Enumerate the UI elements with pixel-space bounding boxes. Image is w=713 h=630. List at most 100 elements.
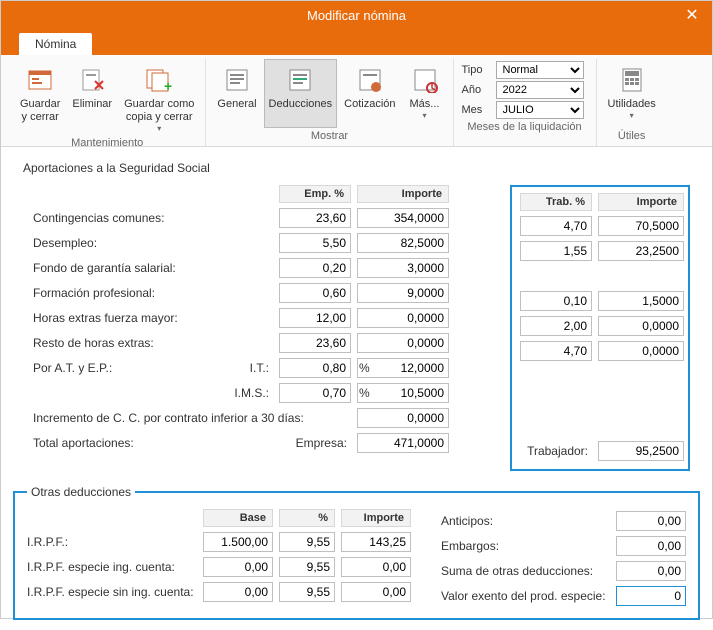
deducciones-label: Deducciones	[269, 98, 333, 111]
general-button[interactable]: General	[212, 59, 261, 128]
lbl-at: Por A.T. y E.P.:	[23, 361, 213, 375]
resto-emp-pct[interactable]	[279, 333, 351, 353]
tipo-label: Tipo	[462, 64, 490, 76]
ribbon-group-liquidacion: Tipo Normal Año 2022 Mes JULIO Meses de …	[454, 59, 597, 146]
incremento-importe[interactable]	[357, 408, 449, 428]
contingencias-emp-pct[interactable]	[279, 208, 351, 228]
general-icon	[221, 64, 253, 96]
it-pct[interactable]	[279, 358, 351, 378]
formacion-emp-pct[interactable]	[279, 283, 351, 303]
guardar-como-button[interactable]: + Guardar como copia y cerrar ▾	[119, 59, 199, 135]
lbl-hefm: Horas extras fuerza mayor:	[23, 311, 273, 325]
esp-sin-importe[interactable]	[341, 582, 411, 602]
save-close-icon	[24, 64, 56, 96]
utiles-group-label: Útiles	[618, 128, 646, 146]
desempleo-trab-imp[interactable]	[598, 241, 684, 261]
deducciones-icon	[284, 64, 316, 96]
ribbon-group-utiles: Utilidades ▾ Útiles	[597, 59, 667, 146]
cotizacion-icon	[354, 64, 386, 96]
guardar-y-cerrar-button[interactable]: Guardar y cerrar	[15, 59, 65, 135]
pct-unit2: %	[359, 386, 473, 400]
chevron-down-icon: ▾	[157, 124, 161, 134]
suma-val[interactable]	[616, 561, 686, 581]
mostrar-group-label: Mostrar	[311, 128, 348, 146]
mas-icon	[409, 64, 441, 96]
total-empresa-val[interactable]	[357, 433, 449, 453]
mes-select[interactable]: JULIO	[496, 101, 584, 119]
contingencias-trab-pct[interactable]	[520, 216, 592, 236]
cotizacion-button[interactable]: Cotización	[339, 59, 400, 128]
resto-trab-imp[interactable]	[598, 341, 684, 361]
content-area: Aportaciones a la Seguridad Social Emp. …	[1, 147, 712, 630]
chevron-down-icon: ▾	[630, 111, 634, 121]
lbl-irpf: I.R.P.F.:	[27, 535, 197, 549]
irpf-pct[interactable]	[279, 532, 335, 552]
aportaciones-title: Aportaciones a la Seguridad Social	[23, 161, 690, 175]
contingencias-trab-imp[interactable]	[598, 216, 684, 236]
hefm-trab-imp[interactable]	[598, 316, 684, 336]
lbl-esp-sin: I.R.P.F. especie sin ing. cuenta:	[27, 585, 197, 599]
deducciones-button[interactable]: Deducciones	[264, 59, 338, 128]
titlebar: Modificar nómina ✕	[1, 1, 712, 29]
eliminar-button[interactable]: Eliminar	[67, 59, 117, 135]
svg-text:+: +	[164, 78, 172, 93]
ano-select[interactable]: 2022	[496, 81, 584, 99]
ribbon-group-mostrar: General Deducciones Cotización Más... ▾	[206, 59, 453, 146]
hefm-importe[interactable]	[357, 308, 449, 328]
resto-trab-pct[interactable]	[520, 341, 592, 361]
fgs-importe[interactable]	[357, 258, 449, 278]
chevron-down-icon: ▾	[422, 111, 426, 121]
hefm-emp-pct[interactable]	[279, 308, 351, 328]
formacion-trab-pct[interactable]	[520, 291, 592, 311]
esp-sin-base[interactable]	[203, 582, 273, 602]
resto-importe[interactable]	[357, 333, 449, 353]
calculator-icon	[616, 64, 648, 96]
lbl-resto: Resto de horas extras:	[23, 336, 273, 350]
formacion-trab-imp[interactable]	[598, 291, 684, 311]
desempleo-emp-pct[interactable]	[279, 233, 351, 253]
ribbon: Guardar y cerrar Eliminar + Guardar como…	[1, 55, 712, 147]
lbl-valor-exento: Valor exento del prod. especie:	[441, 589, 610, 603]
mes-label: Mes	[462, 104, 490, 116]
hdr-importe: Importe	[357, 185, 449, 203]
desempleo-trab-pct[interactable]	[520, 241, 592, 261]
hefm-trab-pct[interactable]	[520, 316, 592, 336]
tab-nomina[interactable]: Nómina	[19, 33, 92, 55]
total-trab-val[interactable]	[598, 441, 684, 461]
mas-button[interactable]: Más... ▾	[403, 59, 447, 128]
irpf-base[interactable]	[203, 532, 273, 552]
utilidades-label: Utilidades	[608, 98, 656, 111]
hdr-pct: %	[279, 509, 335, 527]
general-label: General	[217, 98, 256, 111]
ims-pct[interactable]	[279, 383, 351, 403]
esp-ing-base[interactable]	[203, 557, 273, 577]
guardarcomo-label: Guardar como copia y cerrar	[124, 98, 194, 124]
anticipos-val[interactable]	[616, 511, 686, 531]
lbl-total: Total aportaciones:	[23, 436, 273, 450]
irpf-importe[interactable]	[341, 532, 411, 552]
utilidades-button[interactable]: Utilidades ▾	[603, 59, 661, 128]
close-icon: ✕	[685, 5, 698, 25]
lbl-formacion: Formación profesional:	[23, 286, 273, 300]
embargos-val[interactable]	[616, 536, 686, 556]
lbl-it: I.T.:	[213, 361, 273, 375]
formacion-importe[interactable]	[357, 283, 449, 303]
tipo-select[interactable]: Normal	[496, 61, 584, 79]
hdr-importe2: Importe	[341, 509, 411, 527]
desempleo-importe[interactable]	[357, 233, 449, 253]
lbl-desempleo: Desempleo:	[23, 236, 273, 250]
save-as-icon: +	[143, 64, 175, 96]
esp-ing-pct	[279, 557, 335, 577]
tab-nomina-label: Nómina	[35, 37, 76, 51]
lbl-incremento: Incremento de C. C. por contrato inferio…	[23, 411, 351, 425]
ano-label: Año	[462, 84, 490, 96]
esp-ing-importe[interactable]	[341, 557, 411, 577]
ribbon-group-mantenimiento: Guardar y cerrar Eliminar + Guardar como…	[9, 59, 206, 146]
lbl-fgs: Fondo de garantía salarial:	[23, 261, 273, 275]
fgs-emp-pct[interactable]	[279, 258, 351, 278]
eliminar-label: Eliminar	[72, 98, 112, 111]
close-button[interactable]: ✕	[672, 1, 712, 29]
cotizacion-label: Cotización	[344, 98, 395, 111]
valor-exento-val[interactable]	[616, 586, 686, 606]
contingencias-importe[interactable]	[357, 208, 449, 228]
